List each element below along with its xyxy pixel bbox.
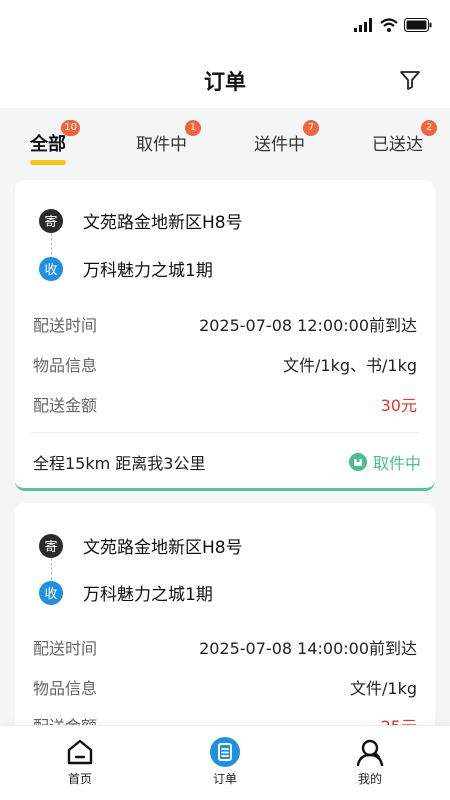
wifi-icon — [380, 18, 398, 32]
delivery-amount-row: 配送金额 30元 — [33, 392, 417, 416]
goods-info-row: 物品信息 文件/1kg — [33, 675, 417, 699]
tab-label: 送件中 — [254, 135, 305, 155]
filter-icon[interactable] — [398, 68, 422, 92]
delivery-time-row: 配送时间 2025-07-08 14:00:00前到达 — [33, 635, 417, 659]
sender-address-row: 寄 文苑路金地新区H8号 — [39, 208, 243, 233]
page-title: 订单 — [204, 70, 246, 94]
nav-bar: 订单 — [0, 50, 450, 108]
tabbar-label: 我的 — [357, 772, 382, 786]
distance-text: 全程15km 距离我3公里 — [33, 454, 206, 473]
battery-icon — [404, 18, 432, 32]
bottom-tab-bar: 首页 订单 我的 — [0, 725, 450, 800]
package-icon — [348, 453, 367, 471]
delivery-amount-label: 配送金额 — [33, 396, 98, 415]
goods-info-label: 物品信息 — [33, 679, 98, 698]
tab-count-badge: 7 — [303, 120, 319, 136]
orders-icon — [210, 737, 240, 767]
receiver-address: 万科魅力之城1期 — [83, 261, 213, 281]
route-connector — [51, 233, 52, 255]
signal-icon — [354, 18, 372, 32]
delivery-time-row: 配送时间 2025-07-08 12:00:00前到达 — [33, 312, 417, 336]
sender-marker: 寄 — [39, 533, 63, 558]
receiver-marker: 收 — [39, 580, 63, 605]
status-bar — [0, 0, 450, 50]
goods-info-label: 物品信息 — [33, 356, 98, 375]
goods-info-value: 文件/1kg — [350, 679, 417, 698]
sender-marker: 寄 — [39, 208, 63, 233]
tab-label: 已送达 — [372, 135, 423, 155]
delivery-time-label: 配送时间 — [33, 316, 98, 335]
card-divider — [31, 432, 419, 433]
order-tabs: 全部 10 取件中 1 送件中 7 已送达 2 — [0, 108, 450, 170]
delivery-amount-value: 30元 — [380, 396, 417, 415]
tab-count-badge: 10 — [61, 120, 80, 136]
receiver-address-row: 收 万科魅力之城1期 — [39, 256, 213, 281]
tabbar-item-orders[interactable]: 订单 — [185, 736, 265, 787]
tab-label: 全部 — [30, 134, 66, 155]
tab-label: 取件中 — [136, 135, 187, 155]
goods-info-value: 文件/1kg、书/1kg — [283, 356, 417, 375]
order-status-label: 取件中 — [372, 454, 421, 473]
sender-address: 文苑路金地新区H8号 — [83, 538, 243, 558]
tabbar-item-home[interactable]: 首页 — [40, 736, 120, 787]
receiver-address-row: 收 万科魅力之城1期 — [39, 580, 213, 605]
tab-delivered[interactable]: 已送达 2 — [372, 120, 437, 155]
tabbar-item-mine[interactable]: 我的 — [330, 736, 410, 787]
card-footer: 全程15km 距离我3公里 取件中 — [33, 450, 421, 474]
route-connector — [51, 558, 52, 580]
status-icons — [354, 18, 432, 32]
tab-all[interactable]: 全部 10 — [30, 120, 80, 165]
receiver-marker: 收 — [39, 256, 63, 281]
tab-count-badge: 2 — [421, 120, 437, 136]
sender-address-row: 寄 文苑路金地新区H8号 — [39, 533, 243, 558]
receiver-address: 万科魅力之城1期 — [83, 585, 213, 605]
delivery-time-value: 2025-07-08 12:00:00前到达 — [199, 316, 417, 335]
user-icon — [356, 739, 384, 767]
order-status: 取件中 — [348, 450, 421, 474]
home-icon — [67, 739, 93, 765]
goods-info-row: 物品信息 文件/1kg、书/1kg — [33, 352, 417, 376]
active-tab-underline — [30, 160, 66, 165]
order-card[interactable]: 寄 文苑路金地新区H8号 收 万科魅力之城1期 配送时间 2025-07-08 … — [15, 180, 435, 491]
tab-picking-up[interactable]: 取件中 1 — [136, 120, 201, 155]
delivery-time-value: 2025-07-08 14:00:00前到达 — [199, 639, 417, 658]
sender-address: 文苑路金地新区H8号 — [83, 213, 243, 233]
tab-count-badge: 1 — [185, 120, 201, 136]
tabbar-label: 订单 — [212, 772, 237, 786]
tab-delivering[interactable]: 送件中 7 — [254, 120, 319, 155]
tabbar-label: 首页 — [67, 772, 92, 786]
delivery-time-label: 配送时间 — [33, 639, 98, 658]
